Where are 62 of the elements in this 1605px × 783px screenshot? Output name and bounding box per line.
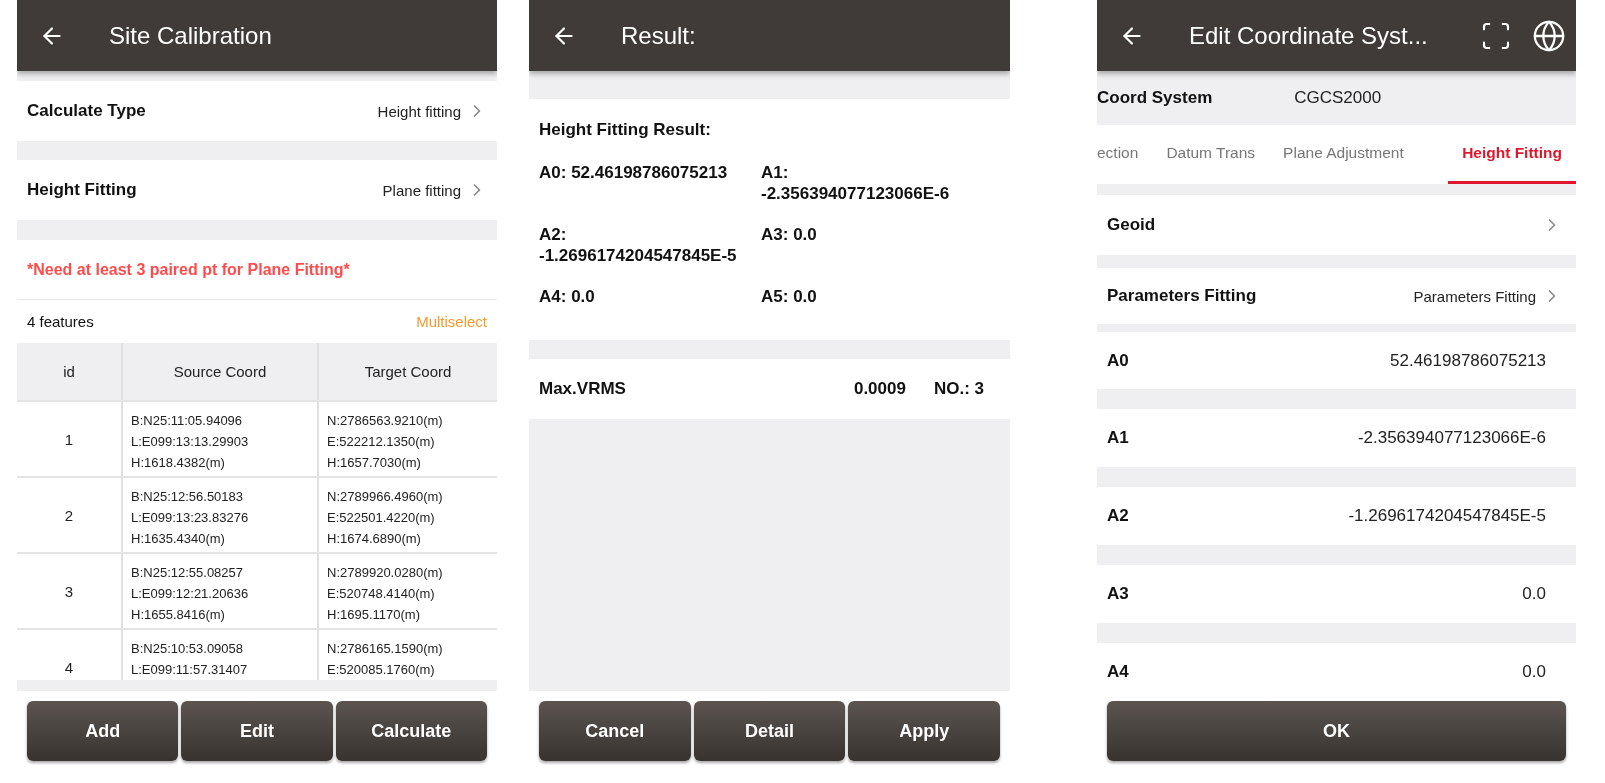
parameter-value: -2.356394077123066E-6 bbox=[1357, 428, 1546, 448]
column-header: id bbox=[62, 362, 76, 382]
parameter-label: A2 bbox=[1107, 506, 1130, 526]
parameter-value: 52.46198786075213 bbox=[1390, 350, 1546, 371]
result-heading: Height Fitting Result: bbox=[539, 119, 712, 140]
vrms-label: Max.VRMS bbox=[539, 379, 627, 399]
screen-title: Site Calibration bbox=[109, 21, 273, 50]
parameter-text: A0: 52.46198786075213 bbox=[539, 162, 729, 183]
parameter-text: A4: 0.0 bbox=[539, 286, 596, 307]
setting-row[interactable]: Height Fitting Plane fitting bbox=[17, 160, 497, 220]
vrms-value: 0.0009 bbox=[853, 379, 906, 399]
screen-title: Result: bbox=[621, 21, 697, 50]
parameter-text: A5: 0.0 bbox=[761, 286, 818, 307]
setting-value: Parameters Fitting bbox=[1413, 287, 1536, 305]
parameter-label: A4 bbox=[1107, 662, 1130, 682]
parameter-value: 0.0 bbox=[1522, 584, 1546, 604]
action-button[interactable]: Cancel bbox=[539, 701, 691, 761]
parameter-text: A1: -2.356394077123066E-6 bbox=[761, 162, 951, 204]
parameter-value: -1.2696174204547845E-5 bbox=[1348, 506, 1546, 526]
coord-system-label: Coord System bbox=[1097, 88, 1213, 108]
coord-system-value: CGCS2000 bbox=[1294, 88, 1382, 108]
setting-label: Calculate Type bbox=[27, 101, 147, 121]
parameter-value: 0.0 bbox=[1522, 662, 1546, 682]
setting-label: Geoid bbox=[1107, 215, 1157, 235]
setting-label: Parameters Fitting bbox=[1107, 286, 1258, 306]
parameter-label: A0 bbox=[1107, 350, 1130, 371]
tab[interactable]: Datum Trans bbox=[1152, 125, 1270, 184]
id-cell-text: 2 bbox=[63, 505, 75, 526]
action-button[interactable]: Detail bbox=[693, 701, 846, 761]
action-button[interactable]: Add bbox=[27, 701, 179, 761]
action-button[interactable]: Calculate bbox=[335, 701, 487, 761]
setting-label: Height Fitting bbox=[27, 180, 138, 200]
action-button[interactable]: Edit bbox=[181, 701, 333, 761]
table-cell: N:2786563.9210(m) E:522212.1350(m) H:1657.7030(m) bbox=[317, 402, 497, 476]
tab[interactable]: Plane Adjustment bbox=[1269, 125, 1418, 184]
setting-value: Plane fitting bbox=[382, 181, 461, 199]
tab[interactable]: ection bbox=[1097, 125, 1153, 184]
parameter-text: A2: -1.2696174204547845E-5 bbox=[539, 224, 738, 266]
setting-row[interactable]: Parameters Fitting Parameters Fitting bbox=[1097, 268, 1576, 324]
id-cell-text: 1 bbox=[63, 429, 75, 450]
action-button[interactable]: Apply bbox=[848, 701, 1000, 761]
point-count: NO.: 3 bbox=[933, 379, 984, 399]
table-cell: B:N25:11:05.94096 L:E099:13:13.29903 H:1618.4382(m) bbox=[121, 402, 317, 476]
table-cell: B:N25:12:56.50183 L:E099:13:23.83276 H:1635.4340(m) bbox=[121, 478, 317, 552]
globe-icon[interactable] bbox=[1532, 18, 1566, 53]
column-header: Source Coord bbox=[121, 343, 317, 400]
warning-text: *Need at least 3 paired pt for Plane Fitting* bbox=[27, 260, 350, 279]
parameter-text: A3: 0.0 bbox=[761, 224, 818, 245]
setting-value: Height fitting bbox=[377, 102, 461, 120]
table-cell: N:2789920.0280(m) E:520748.4140(m) H:1695.1170(m) bbox=[317, 554, 497, 628]
parameter-label: A1 bbox=[1107, 428, 1130, 448]
column-header: Target Coord bbox=[317, 343, 497, 400]
id-cell-text: 3 bbox=[63, 581, 75, 602]
id-cell-text: 4 bbox=[63, 657, 75, 678]
feature-count: 4 features bbox=[27, 313, 95, 330]
table-cell: N:2789966.4960(m) E:522501.4220(m) H:1674.6890(m) bbox=[317, 478, 497, 552]
screen-title: Edit Coordinate Syst... bbox=[1189, 21, 1429, 50]
parameter-label: A3 bbox=[1107, 584, 1130, 604]
setting-row[interactable]: Geoid bbox=[1097, 195, 1576, 255]
setting-row[interactable]: Calculate Type Height fitting bbox=[17, 81, 497, 141]
action-button[interactable]: OK bbox=[1107, 701, 1566, 761]
table-cell: B:N25:12:55.08257 L:E099:12:21.20636 H:1655.8416(m) bbox=[121, 554, 317, 628]
